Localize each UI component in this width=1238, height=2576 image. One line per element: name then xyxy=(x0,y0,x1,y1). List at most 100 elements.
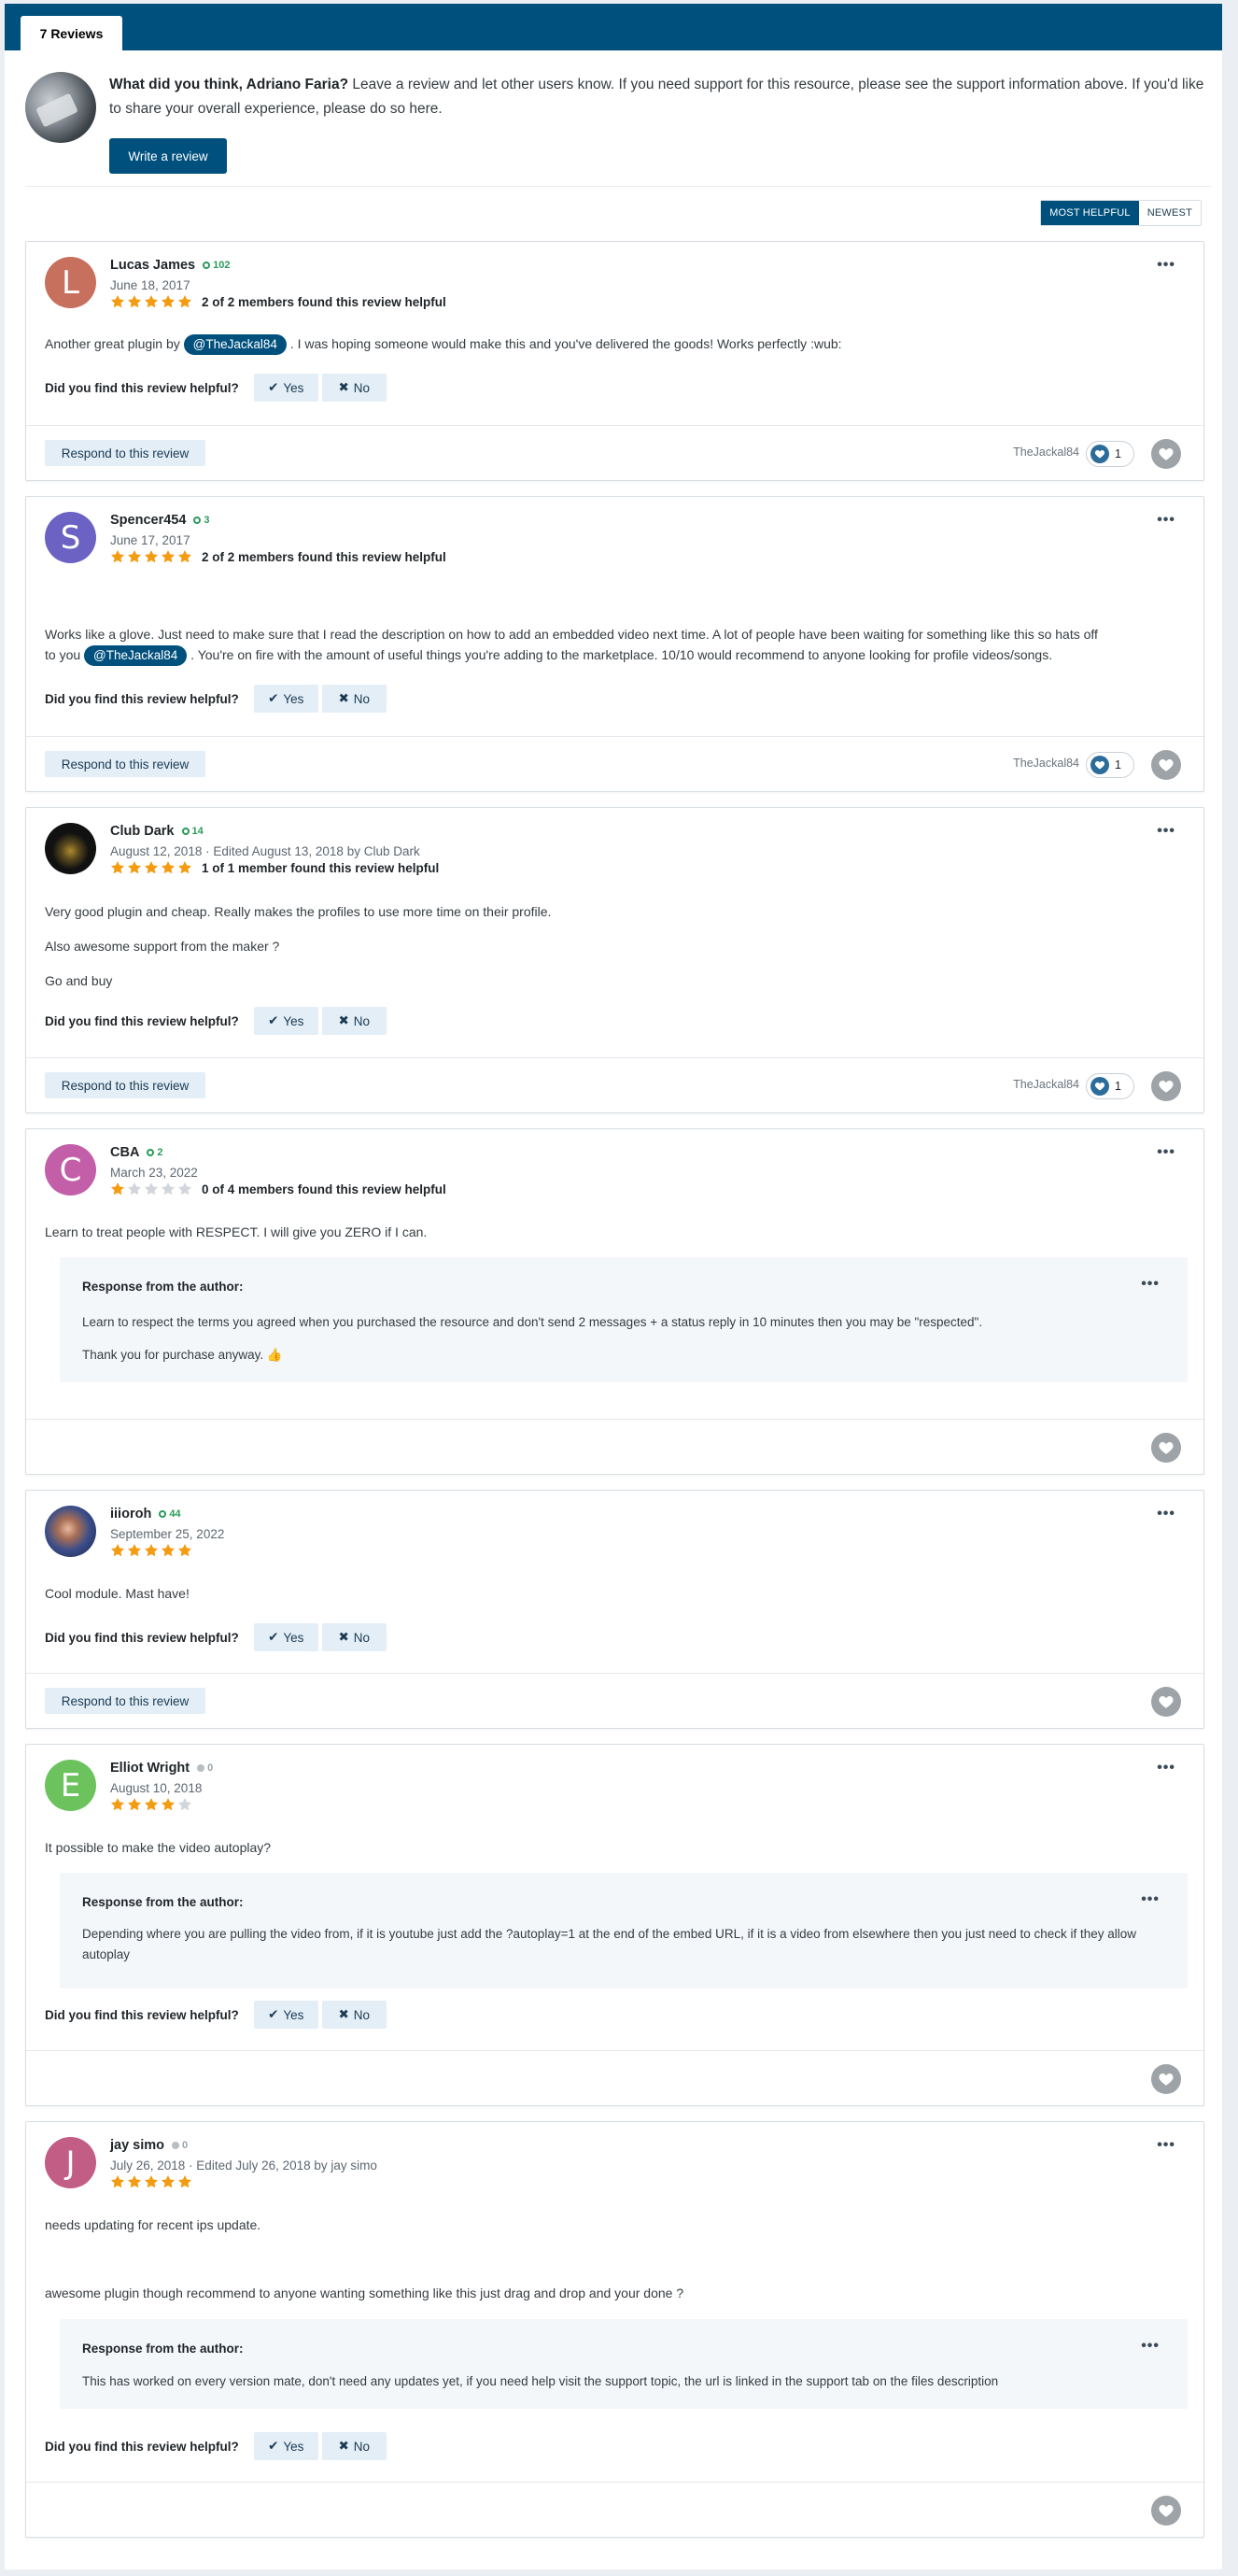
star-filled-icon xyxy=(128,1544,141,1557)
react-heart-button[interactable] xyxy=(1151,1071,1181,1101)
react-heart-button[interactable] xyxy=(1151,2496,1181,2526)
more-options-icon[interactable]: ••• xyxy=(1141,1276,1160,1293)
star-filled-icon xyxy=(111,861,124,874)
helpful-count: 2 of 2 members found this review helpful xyxy=(202,294,446,309)
avatar[interactable]: L xyxy=(45,257,96,308)
avatar[interactable]: J xyxy=(45,2137,96,2188)
star-filled-icon xyxy=(178,861,191,874)
reaction-count-pill[interactable]: 1 xyxy=(1086,752,1134,778)
respond-button[interactable]: Respond to this review xyxy=(45,440,205,466)
review-card: iiioroh 44 September 25, 2022 ••• Cool mo… xyxy=(25,1490,1204,1729)
react-heart-button[interactable] xyxy=(1151,1687,1181,1717)
author-response: Response from the author: ••• Depending … xyxy=(60,1873,1188,1989)
star-filled-icon xyxy=(162,861,175,874)
respond-button[interactable]: Respond to this review xyxy=(45,1688,205,1714)
reviews-panel: 7 Reviews What did you think, Adriano Fa… xyxy=(5,4,1222,2569)
more-options-icon[interactable]: ••• xyxy=(1141,1891,1160,1908)
more-options-icon[interactable]: ••• xyxy=(1157,2137,1175,2154)
avatar[interactable] xyxy=(45,1506,96,1557)
star-filled-icon xyxy=(128,550,141,563)
write-review-button[interactable]: Write a review xyxy=(109,138,227,174)
reaction-user[interactable]: TheJackal84 xyxy=(1013,446,1079,459)
react-heart-button[interactable] xyxy=(1151,750,1181,780)
reputation-count: 2 xyxy=(157,1147,163,1158)
star-filled-icon xyxy=(111,550,124,563)
more-options-icon[interactable]: ••• xyxy=(1157,823,1175,840)
reviewer-name[interactable]: Club Dark xyxy=(110,824,175,839)
reviewer-name[interactable]: Lucas James xyxy=(110,258,195,273)
more-options-icon[interactable]: ••• xyxy=(1157,1144,1175,1161)
reputation-count: 102 xyxy=(213,260,231,271)
avatar[interactable]: C xyxy=(45,1144,96,1196)
more-options-icon[interactable]: ••• xyxy=(1157,1506,1175,1522)
reviewer-name[interactable]: iiioroh xyxy=(110,1507,151,1522)
reputation-icon xyxy=(172,2142,180,2149)
reviewer-name[interactable]: Elliot Wright xyxy=(110,1761,190,1776)
helpful-yes-button[interactable]: ✔ Yes xyxy=(253,1623,318,1651)
helpful-no-button[interactable]: ✖ No xyxy=(321,374,387,402)
heart-icon xyxy=(1159,1081,1174,1093)
respond-button[interactable]: Respond to this review xyxy=(45,1072,205,1098)
sort-toggle: MOST HELPFUL NEWEST xyxy=(1040,200,1202,226)
review-card: Club Dark 14 August 12, 2018 · Edited Aug… xyxy=(25,807,1204,1113)
reputation-badge: 0 xyxy=(172,2140,188,2151)
react-heart-button[interactable] xyxy=(1151,2064,1181,2094)
star-rating xyxy=(110,1182,192,1196)
avatar[interactable]: S xyxy=(45,512,96,563)
react-heart-button[interactable] xyxy=(1151,1433,1181,1463)
helpful-no-button[interactable]: ✖ No xyxy=(321,685,387,713)
reaction-count-pill[interactable]: 1 xyxy=(1086,441,1134,467)
sort-most-helpful-button[interactable]: MOST HELPFUL xyxy=(1041,201,1139,225)
helpful-count: 1 of 1 member found this review helpful xyxy=(202,860,440,875)
avatar[interactable]: E xyxy=(45,1760,96,1811)
helpful-question: Did you find this review helpful? xyxy=(45,2007,239,2022)
more-options-icon[interactable]: ••• xyxy=(1157,1760,1175,1776)
mention-link[interactable]: @TheJackal84 xyxy=(183,334,287,355)
no-label: No xyxy=(353,380,371,395)
reviewer-name[interactable]: CBA xyxy=(110,1145,139,1160)
yes-label: Yes xyxy=(283,2007,304,2022)
helpful-yes-button[interactable]: ✔ Yes xyxy=(253,685,318,713)
reaction-count: 1 xyxy=(1115,1080,1121,1093)
helpful-question: Did you find this review helpful? xyxy=(45,1630,239,1645)
helpful-no-button[interactable]: ✖ No xyxy=(321,1623,387,1651)
helpful-no-button[interactable]: ✖ No xyxy=(321,2001,387,2029)
star-filled-icon xyxy=(145,1798,158,1811)
more-options-icon[interactable]: ••• xyxy=(1157,257,1175,274)
helpful-yes-button[interactable]: ✔ Yes xyxy=(253,2432,318,2460)
no-label: No xyxy=(353,2439,371,2454)
sort-newest-button[interactable]: NEWEST xyxy=(1138,201,1201,225)
star-empty-icon xyxy=(178,1798,191,1811)
star-filled-icon xyxy=(145,861,158,874)
heart-icon xyxy=(1159,1442,1174,1454)
reaction-user[interactable]: TheJackal84 xyxy=(1013,757,1079,770)
reputation-count: 3 xyxy=(204,515,210,526)
reaction-user[interactable]: TheJackal84 xyxy=(1013,1078,1079,1091)
reaction-count-pill[interactable]: 1 xyxy=(1086,1073,1134,1099)
helpful-question: Did you find this review helpful? xyxy=(45,380,239,395)
tab-reviews[interactable]: 7 Reviews xyxy=(21,16,122,50)
helpful-yes-button[interactable]: ✔ Yes xyxy=(253,374,318,402)
helpful-yes-button[interactable]: ✔ Yes xyxy=(253,2001,318,2029)
helpful-yes-button[interactable]: ✔ Yes xyxy=(253,1007,318,1035)
more-options-icon[interactable]: ••• xyxy=(1157,512,1175,529)
review-date: August 10, 2018 xyxy=(110,1781,203,1795)
review-body: Learn to treat people with RESPECT. I wi… xyxy=(45,1224,428,1239)
react-heart-button[interactable] xyxy=(1151,439,1181,469)
response-text: Learn to respect the terms you agreed wh… xyxy=(82,1315,983,1329)
cross-icon: ✖ xyxy=(338,2007,349,2021)
reputation-badge: 44 xyxy=(159,1508,181,1520)
reviewer-name[interactable]: jay simo xyxy=(110,2138,164,2153)
review-card: J jay simo 0 July 26, 2018 · Edited July … xyxy=(25,2121,1204,2538)
respond-button[interactable]: Respond to this review xyxy=(45,751,205,777)
reviewer-name[interactable]: Spencer454 xyxy=(110,513,186,528)
helpful-no-button[interactable]: ✖ No xyxy=(321,2432,387,2460)
avatar[interactable] xyxy=(45,823,96,874)
star-filled-icon xyxy=(145,550,158,563)
mention-link[interactable]: @TheJackal84 xyxy=(84,645,188,666)
star-filled-icon xyxy=(111,295,124,308)
reputation-badge: 2 xyxy=(147,1147,163,1158)
more-options-icon[interactable]: ••• xyxy=(1141,2338,1160,2355)
reputation-icon xyxy=(147,1149,155,1156)
helpful-no-button[interactable]: ✖ No xyxy=(321,1007,387,1035)
